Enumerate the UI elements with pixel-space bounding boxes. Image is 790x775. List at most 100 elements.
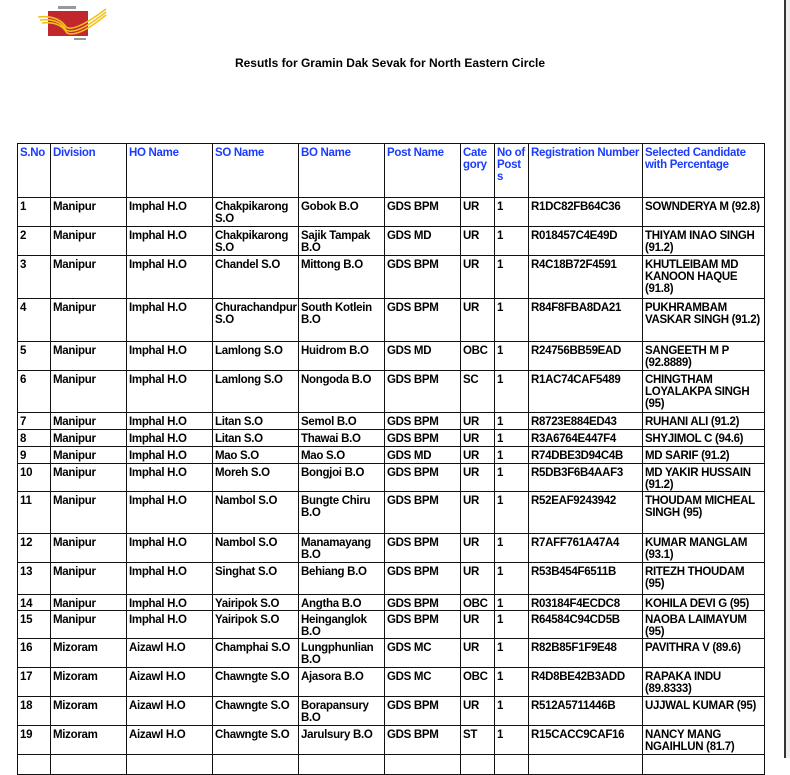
cell-post-name: GDS BPM xyxy=(384,429,461,447)
cell-ho-name: Imphal H.O xyxy=(126,412,213,430)
cell-so-name: Churachandpur S.O xyxy=(212,298,299,342)
cell-ho-name: Imphal H.O xyxy=(126,594,213,611)
cell-no-of-posts: 1 xyxy=(494,562,529,595)
cell-sno: 19 xyxy=(17,725,51,755)
cell-post-name: GDS BPM xyxy=(384,725,461,755)
cell-no-of-posts: 1 xyxy=(494,463,529,492)
cell-no-of-posts: 1 xyxy=(494,341,529,371)
column-header-so-name: SO Name xyxy=(212,143,299,198)
cell-sno: 13 xyxy=(17,562,51,595)
table-row: 7 Manipur Imphal H.O Litan S.O Semol B.O GDS … xyxy=(17,412,765,430)
cell-post-name: GDS BPM xyxy=(384,491,461,534)
cell-sno: 11 xyxy=(17,491,51,534)
cell-division: Manipur xyxy=(50,255,127,299)
cell-selected-candidate: PUKHRAMBAM VASKAR SINGH (91.2) xyxy=(642,298,765,342)
cell-ho-name: Aizawl H.O xyxy=(126,667,213,697)
cell-registration-number: R7AFF761A47A4 xyxy=(528,533,643,563)
cell-category: UR xyxy=(460,562,495,595)
page-title: Resutls for Gramin Dak Sevak for North E… xyxy=(234,56,546,70)
cell-division: Manipur xyxy=(50,341,127,371)
cell-selected-candidate: KHUTLEIBAM MD KANOON HAQUE (91.8) xyxy=(642,255,765,299)
cell-selected-candidate: UJJWAL KUMAR (95) xyxy=(642,696,765,726)
cell-no-of-posts: 1 xyxy=(494,491,529,534)
cell-ho-name: Imphal H.O xyxy=(126,370,213,413)
column-header-ho-name: HO Name xyxy=(126,143,213,198)
cell-division: Manipur xyxy=(50,370,127,413)
cell-division: Manipur xyxy=(50,412,127,430)
cell-category: UR xyxy=(460,638,495,668)
cell-so-name: Nambol S.O xyxy=(212,491,299,534)
cell-sno: 9 xyxy=(17,446,51,464)
cell-ho-name: Imphal H.O xyxy=(126,562,213,595)
table-row: 9 Manipur Imphal H.O Mao S.O Mao S.O GDS MD UR… xyxy=(17,446,765,464)
column-header-selected-candidate: Selected Candidate with Percentage xyxy=(642,143,765,198)
cell-registration-number: R1DC82FB64C36 xyxy=(528,197,643,227)
cell-ho-name: Imphal H.O xyxy=(126,429,213,447)
table-row: 3 Manipur Imphal H.O Chandel S.O Mittong B.O… xyxy=(17,255,765,299)
cell-so-name: Nambol S.O xyxy=(212,533,299,563)
cell-category: UR xyxy=(460,533,495,563)
cell-bo-name: Huidrom B.O xyxy=(298,341,385,371)
cell-sno: 10 xyxy=(17,463,51,492)
column-header-no-of-posts: No of Post s xyxy=(494,143,529,198)
cell-selected-candidate: RAPAKA INDU (89.8333) xyxy=(642,667,765,697)
cell-sno: 6 xyxy=(17,370,51,413)
table-row: 18 Mizoram Aizawl H.O Chawngte S.O Borapansu… xyxy=(17,696,765,726)
cell-sno: 18 xyxy=(17,696,51,726)
cell-category: UR xyxy=(460,696,495,726)
cell-registration-number: R4C18B72F4591 xyxy=(528,255,643,299)
cell-division: Manipur xyxy=(50,491,127,534)
cell-post-name: GDS MD xyxy=(384,341,461,371)
cell-ho-name: Aizawl H.O xyxy=(126,696,213,726)
cell-registration-number: R74DBE3D94C4B xyxy=(528,446,643,464)
cell-selected-candidate: THIYAM INAO SINGH (91.2) xyxy=(642,226,765,256)
cell-no-of-posts: 1 xyxy=(494,370,529,413)
cell-so-name: Litan S.O xyxy=(212,429,299,447)
cell-selected-candidate: SANGEETH M P (92.8889) xyxy=(642,341,765,371)
cell-registration-number: R4D8BE42B3ADD xyxy=(528,667,643,697)
cell-registration-number: R82B85F1F9E48 xyxy=(528,638,643,668)
cell-category: OBC xyxy=(460,667,495,697)
column-header-category: Cate gory xyxy=(460,143,495,198)
table-row: 4 Manipur Imphal H.O Churachandpur S.O South… xyxy=(17,298,765,342)
page-margin xyxy=(786,0,790,758)
cell-registration-number: R512A5711446B xyxy=(528,696,643,726)
cell-bo-name: Mao S.O xyxy=(298,446,385,464)
cell-division: Mizoram xyxy=(50,638,127,668)
cell-selected-candidate: KUMAR MANGLAM (93.1) xyxy=(642,533,765,563)
cell-category: UR xyxy=(460,610,495,639)
cell-post-name: GDS MC xyxy=(384,667,461,697)
cell-selected-candidate: CHINGTHAM LOYALAKPA SINGH (95) xyxy=(642,370,765,413)
cell-sno: 17 xyxy=(17,667,51,697)
cell-registration-number: R1AC74CAF5489 xyxy=(528,370,643,413)
cell-bo-name: Nongoda B.O xyxy=(298,370,385,413)
cell-ho-name: Imphal H.O xyxy=(126,197,213,227)
cell-bo-name: Bongjoi B.O xyxy=(298,463,385,492)
cell-bo-name: Bungte Chiru B.O xyxy=(298,491,385,534)
cell-division: Manipur xyxy=(50,463,127,492)
cell-post-name: GDS BPM xyxy=(384,255,461,299)
results-table: S.No Division HO Name SO Name BO Name Post Na… xyxy=(17,143,765,775)
cell-sno: 16 xyxy=(17,638,51,668)
cell-so-name: Chakpikarong S.O xyxy=(212,226,299,256)
cell-division: Manipur xyxy=(50,446,127,464)
cell-selected-candidate: NAOBA LAIMAYUM (95) xyxy=(642,610,765,639)
india-post-logo xyxy=(38,6,107,40)
cell-no-of-posts: 1 xyxy=(494,429,529,447)
page-edge xyxy=(784,0,786,758)
cell-post-name: GDS MD xyxy=(384,446,461,464)
cell-registration-number: R3A6764E447F4 xyxy=(528,429,643,447)
cell-no-of-posts: 1 xyxy=(494,412,529,430)
cell-category: SC xyxy=(460,370,495,413)
cell-selected-candidate: SHYJIMOL C (94.6) xyxy=(642,429,765,447)
cell-selected-candidate: KOHILA DEVI G (95) xyxy=(642,594,765,611)
cell-category: UR xyxy=(460,446,495,464)
table-row: 15 Manipur Imphal H.O Yairipok S.O Heingangl… xyxy=(17,610,765,639)
table-row: 14 Manipur Imphal H.O Yairipok S.O Angtha B.… xyxy=(17,594,765,611)
column-header-bo-name: BO Name xyxy=(298,143,385,198)
cell-so-name: Singhat S.O xyxy=(212,562,299,595)
cell-category: OBC xyxy=(460,594,495,611)
cell-bo-name: Angtha B.O xyxy=(298,594,385,611)
column-header-registration-number: Registration Number xyxy=(528,143,643,198)
cell-registration-number: R018457C4E49D xyxy=(528,226,643,256)
